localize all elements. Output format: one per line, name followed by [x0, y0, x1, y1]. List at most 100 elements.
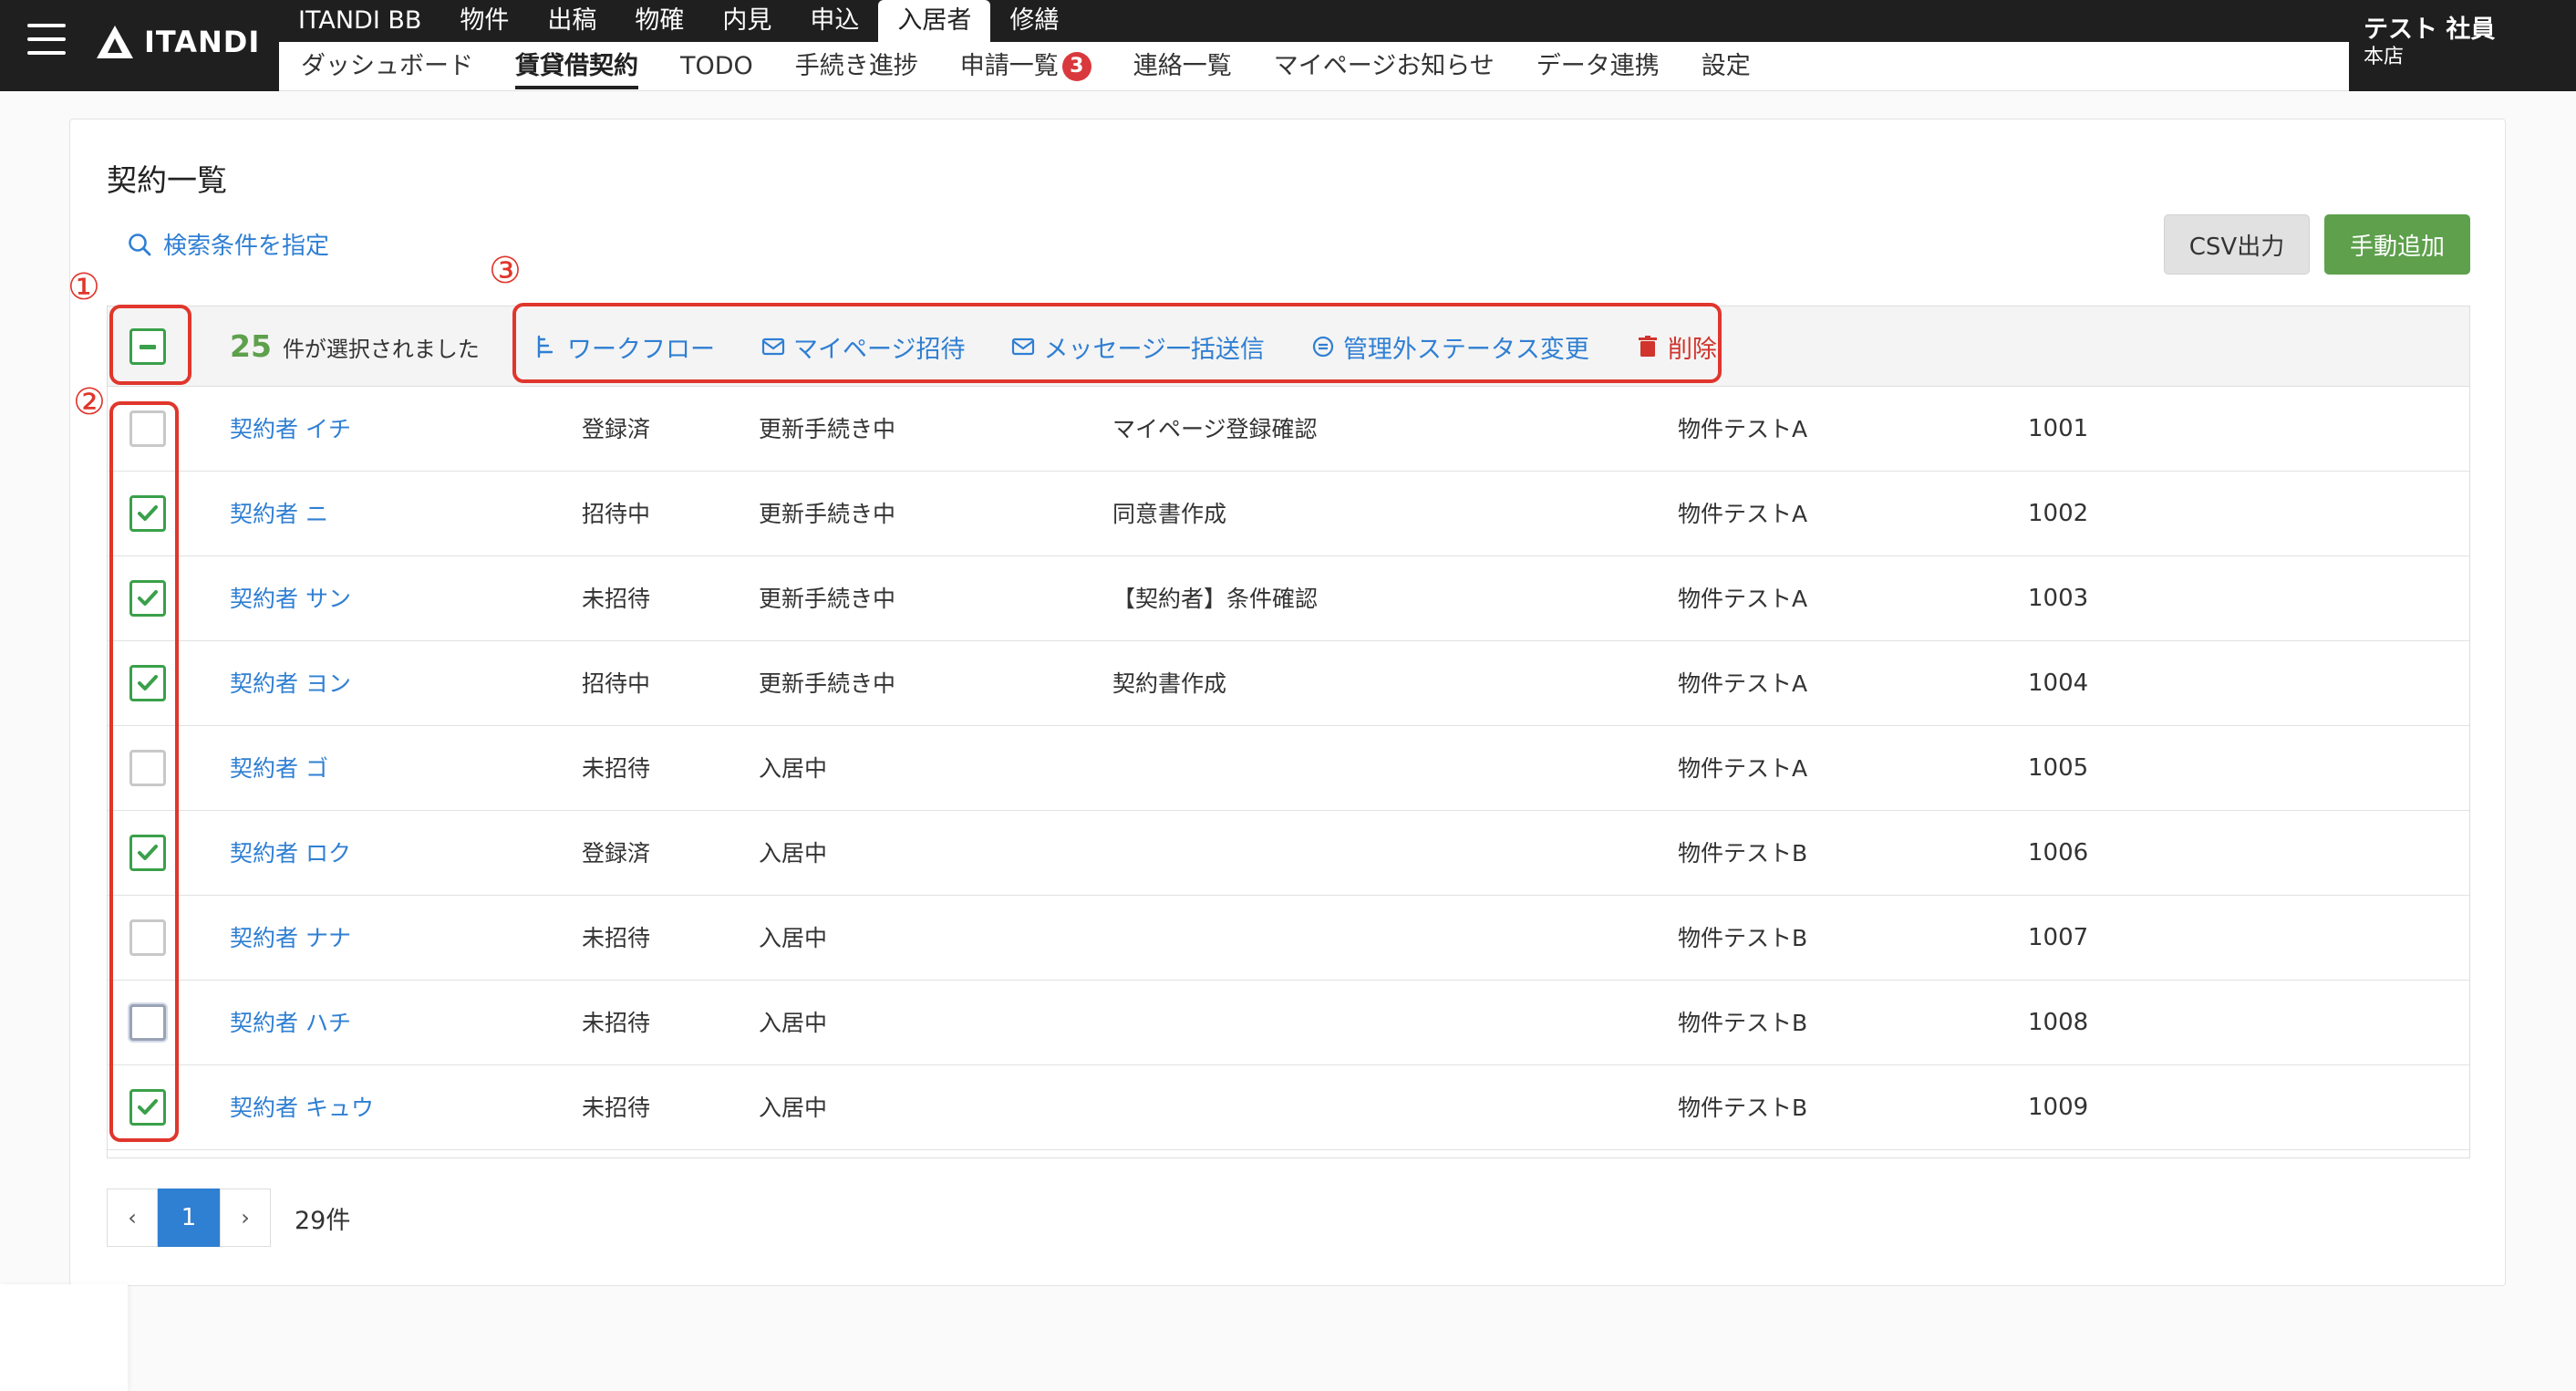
- top-tab-5[interactable]: 申込: [791, 0, 878, 42]
- property-name: 物件テストA: [1678, 501, 1808, 527]
- invite-status: 未招待: [582, 755, 651, 782]
- table-row: 契約者 ゴ 未招待 入居中 物件テストA 1005: [108, 726, 2469, 811]
- property-name: 物件テストA: [1678, 755, 1808, 782]
- bulk-actions: ワークフロー マイページ招待 メッセージ一括送信 管理外ステータス変更 削除: [534, 327, 1717, 367]
- top-tab-4[interactable]: 内見: [703, 0, 791, 42]
- bulk-action-2[interactable]: メッセージ一括送信: [1010, 329, 1265, 365]
- row-checkbox[interactable]: [129, 1089, 166, 1126]
- top-tab-7[interactable]: 修繕: [990, 0, 1078, 42]
- top-tab-2[interactable]: 出稿: [528, 0, 616, 42]
- contractor-name-link[interactable]: 契約者 ナナ: [230, 896, 351, 981]
- property-name: 物件テストB: [1678, 925, 1808, 951]
- bulk-action-0[interactable]: ワークフロー: [534, 329, 715, 365]
- current-task: 同意書作成: [1112, 501, 1227, 527]
- top-tab-3[interactable]: 物確: [616, 0, 703, 42]
- property-name: 物件テストA: [1678, 670, 1808, 697]
- selected-text: 件が選択されました: [282, 337, 480, 362]
- table-row: 契約者 ナナ 未招待 入居中 物件テストB 1007: [108, 896, 2469, 981]
- contractor-name-link[interactable]: 契約者 イチ: [230, 387, 351, 472]
- row-checkbox[interactable]: [129, 835, 166, 871]
- status-icon: [1312, 336, 1334, 358]
- next-page-button[interactable]: ›: [220, 1189, 271, 1247]
- sub-nav-item-5[interactable]: 連絡一覧: [1133, 42, 1232, 91]
- contractor-name-link[interactable]: 契約者 キュウ: [230, 1065, 374, 1150]
- contractor-name-link[interactable]: 契約者 ロク: [230, 811, 351, 896]
- selected-count: 25: [230, 328, 272, 364]
- contract-list-panel: 契約一覧 検索条件を指定 CSV出力 手動追加 25 件が選択されました ワーク…: [69, 119, 2506, 1286]
- manual-add-button[interactable]: 手動追加: [2324, 214, 2470, 275]
- csv-export-button[interactable]: CSV出力: [2164, 214, 2310, 275]
- sub-nav-item-0[interactable]: ダッシュボード: [301, 42, 473, 91]
- bulk-action-3[interactable]: 管理外ステータス変更: [1310, 329, 1589, 365]
- property-name: 物件テストA: [1678, 586, 1808, 612]
- sub-nav-item-1[interactable]: 賃貸借契約: [515, 42, 638, 91]
- sub-nav-label: 手続き進捗: [794, 51, 918, 80]
- property-name: 物件テストA: [1678, 416, 1808, 442]
- total-count: 29件: [295, 1206, 351, 1235]
- contractor-name-link[interactable]: 契約者 ゴ: [230, 726, 328, 811]
- top-tab-1[interactable]: 物件: [440, 0, 528, 42]
- search-conditions-link[interactable]: 検索条件を指定: [127, 227, 329, 261]
- residence-status: 更新手続き中: [759, 501, 896, 527]
- sub-nav-item-7[interactable]: データ連携: [1536, 42, 1660, 91]
- current-task: マイページ登録確認: [1112, 416, 1318, 442]
- property-name: 物件テストB: [1678, 1010, 1808, 1036]
- sub-nav-item-6[interactable]: マイページお知らせ: [1274, 42, 1495, 91]
- row-checkbox[interactable]: [129, 665, 166, 701]
- table-row: 契約者 キュウ 未招待 入居中 物件テストB 1009: [108, 1065, 2469, 1150]
- residence-status: 更新手続き中: [759, 416, 896, 442]
- row-checkbox[interactable]: [129, 580, 166, 617]
- trash-icon: [1638, 336, 1657, 357]
- contractor-name-link[interactable]: 契約者 ニ: [230, 472, 328, 556]
- pagination: ‹ 1 › 29件: [107, 1189, 350, 1247]
- table-rows: 契約者 イチ 登録済 更新手続き中 マイページ登録確認 物件テストA 1001 契約者 ニ招…: [108, 387, 2469, 1150]
- sub-nav-label: ダッシュボード: [301, 51, 473, 80]
- table-row: 契約者 サン 未招待 更新手続き中 【契約者】条件確認 物件テストA 1003: [108, 556, 2469, 641]
- sub-nav-item-2[interactable]: TODO: [680, 42, 753, 91]
- check-icon: [138, 675, 158, 690]
- page-title: 契約一覧: [107, 162, 227, 198]
- row-checkbox[interactable]: [129, 1004, 166, 1041]
- bulk-action-1[interactable]: マイページ招待: [760, 329, 965, 365]
- prev-page-button[interactable]: ‹: [107, 1189, 158, 1247]
- current-page-button[interactable]: 1: [158, 1189, 220, 1247]
- row-checkbox[interactable]: [129, 919, 166, 956]
- contractor-name-link[interactable]: 契約者 ハチ: [230, 981, 351, 1065]
- room-number: 1003: [2028, 585, 2089, 612]
- select-all-checkbox[interactable]: [129, 328, 166, 365]
- sub-nav-item-8[interactable]: 設定: [1702, 42, 1751, 91]
- residence-status: 入居中: [759, 755, 828, 782]
- room-number: 1004: [2028, 670, 2089, 697]
- sub-nav-item-4[interactable]: 申請一覧 3: [960, 42, 1091, 91]
- bulk-action-4[interactable]: 削除: [1635, 329, 1717, 365]
- sub-nav-label: 連絡一覧: [1133, 51, 1232, 80]
- itandi-logo[interactable]: ITANDI: [95, 20, 260, 64]
- hamburger-menu-icon[interactable]: [27, 24, 66, 55]
- residence-status: 入居中: [759, 925, 828, 951]
- top-tab-6[interactable]: 入居者: [878, 0, 991, 42]
- check-icon: [138, 590, 158, 606]
- bulk-action-label: 削除: [1667, 335, 1717, 364]
- room-number: 1009: [2028, 1094, 2089, 1121]
- property-name: 物件テストB: [1678, 840, 1808, 867]
- sub-nav-label: 設定: [1701, 51, 1751, 80]
- check-icon: [138, 845, 158, 860]
- residence-status: 入居中: [759, 1095, 828, 1121]
- invite-status: 未招待: [582, 1095, 651, 1121]
- top-tabs: ITANDI BB 物件 出稿 物確 内見 申込 入居者 修繕: [279, 0, 1078, 42]
- invite-status: 登録済: [582, 416, 651, 442]
- sub-nav-item-3[interactable]: 手続き進捗: [795, 42, 918, 91]
- sub-nav-label: マイページお知らせ: [1273, 51, 1495, 80]
- bulk-action-label: ワークフロー: [567, 335, 715, 364]
- contractor-name-link[interactable]: 契約者 ヨン: [230, 641, 351, 726]
- row-checkbox[interactable]: [129, 495, 166, 532]
- row-checkbox[interactable]: [129, 750, 166, 786]
- sub-nav-label: データ連携: [1536, 51, 1660, 80]
- contractor-name-link[interactable]: 契約者 サン: [230, 556, 351, 641]
- itandi-logo-icon: [97, 26, 133, 58]
- bottom-left-card: [0, 1284, 128, 1391]
- user-menu[interactable]: テスト 社員 本店: [2349, 0, 2576, 91]
- top-tab-0[interactable]: ITANDI BB: [279, 0, 440, 42]
- row-checkbox[interactable]: [129, 410, 166, 447]
- app-header: ITANDI ITANDI BB 物件 出稿 物確 内見 申込 入居者 修繕 ダッシュボード 賃…: [0, 0, 2576, 91]
